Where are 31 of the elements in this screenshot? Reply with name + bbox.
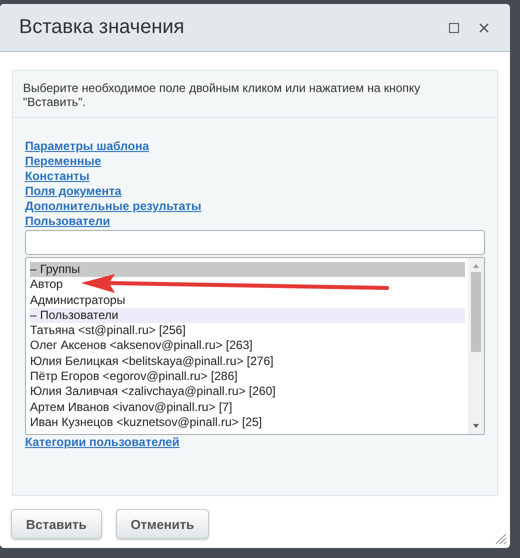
list-box[interactable] (25, 257, 485, 435)
section-link[interactable]: Дополнительные результаты (25, 199, 202, 214)
dialog-button[interactable]: Отменить (116, 509, 210, 539)
section-link[interactable]: Константы (25, 169, 90, 184)
section-link[interactable]: Поля документа (25, 184, 122, 199)
section-link[interactable]: Переменные (25, 154, 102, 169)
dialog-button[interactable]: Вставить (11, 509, 102, 539)
list-item[interactable]: Юлия Заливчая <zalivchaya@pinall.ru> [260] (30, 384, 465, 400)
section-link[interactable]: Параметры шаблона (25, 139, 149, 154)
list-item[interactable]: Автор (30, 277, 465, 293)
scrollbar[interactable] (468, 258, 484, 434)
section-link[interactable]: Категории пользователей (25, 435, 180, 450)
list-item[interactable]: Юлия Белицкая <belitskaya@pinall.ru> [276] (30, 354, 465, 370)
square-icon (449, 22, 459, 32)
scroll-up-icon (472, 262, 480, 270)
search-field[interactable] (25, 230, 485, 255)
scroll-down-icon (472, 422, 480, 430)
list-item[interactable]: Пётр Егоров <egorov@pinall.ru> [286] (30, 369, 465, 384)
instruction-text: Выберите необходимое поле двойным кликом или нажатием на кнопку "Вставить". (13, 71, 497, 118)
list-item[interactable]: Олег Аксенов <aksenov@pinall.ru> [263] (30, 338, 465, 354)
list-item[interactable]: Администраторы (30, 292, 465, 308)
resize-grip-icon (495, 533, 507, 545)
list-item[interactable]: Иван Кузнецов <kuznetsov@pinall.ru> [25] (30, 414, 465, 430)
scrollbar-thumb[interactable] (471, 272, 481, 352)
section-link[interactable]: Пользователи (25, 214, 110, 229)
list-item[interactable]: Татьяна <st@pinall.ru> [256] (30, 323, 465, 338)
close-icon (479, 22, 489, 32)
list-item[interactable]: Артем Иванов <ivanov@pinall.ru> [7] (30, 400, 465, 415)
group-header[interactable]: – Группы (30, 262, 465, 278)
group-header[interactable]: – Пользователи (30, 308, 465, 324)
window-title: Вставка значения (19, 16, 186, 39)
